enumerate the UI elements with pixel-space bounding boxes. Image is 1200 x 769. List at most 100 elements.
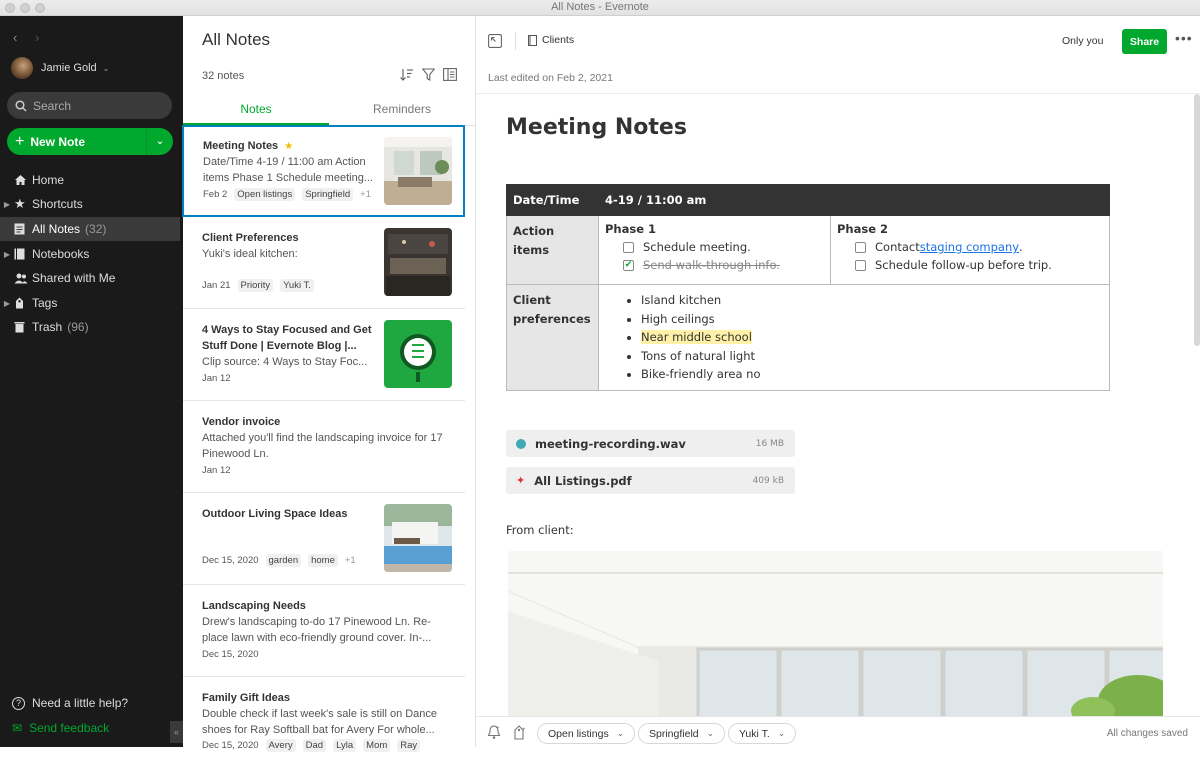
- expand-caret-icon[interactable]: ▶: [0, 299, 14, 308]
- add-tag-icon[interactable]: +: [513, 725, 527, 745]
- svg-text:+: +: [522, 727, 526, 733]
- share-scope[interactable]: Only you: [1062, 35, 1103, 47]
- chevron-down-icon: ⌄: [706, 728, 715, 738]
- more-options-icon[interactable]: •••: [1175, 30, 1193, 46]
- help-label: Need a little help?: [32, 696, 129, 710]
- note-list-toolbar: [400, 68, 457, 86]
- scrollbar[interactable]: [1194, 94, 1200, 346]
- editor-footer: + + Open listings ⌄ Springfield ⌄ Yuki T. ⌄…: [476, 716, 1200, 747]
- note-card-date: Dec 15, 2020: [202, 740, 259, 751]
- checkbox[interactable]: [855, 259, 866, 271]
- forward-arrow-icon[interactable]: ›: [35, 30, 39, 45]
- sidebar-item-shortcuts[interactable]: ▶ ★ Shortcuts: [0, 192, 183, 216]
- note-count: 32 notes: [202, 70, 245, 82]
- sidebar-item-label: Home: [32, 173, 65, 187]
- note-card-title: Family Gift Ideas: [202, 692, 291, 704]
- account-switcher[interactable]: Jamie Gold ⌄: [11, 56, 109, 80]
- checkbox-checked[interactable]: ✔: [623, 259, 634, 271]
- search-input[interactable]: Search: [7, 92, 172, 119]
- note-card-meeting-notes[interactable]: Meeting Notes ★ Date/Time 4-19 / 11:00 am…: [182, 125, 465, 217]
- tag-chip-open-listings[interactable]: Open listings ⌄: [537, 723, 636, 744]
- note-card-family-gift-ideas[interactable]: Family Gift Ideas Double check if last w…: [183, 677, 465, 769]
- note-card-meta: Feb 2 Open listings Springfield +1: [203, 188, 371, 201]
- more-tags-count: +1: [344, 555, 356, 566]
- note-card-landscaping-needs[interactable]: Landscaping Needs Drew's landscaping to-…: [183, 585, 465, 677]
- new-note-label: New Note: [30, 134, 86, 149]
- account-name: Jamie Gold: [41, 62, 97, 74]
- send-feedback-link[interactable]: ✉ Send feedback: [12, 721, 109, 735]
- toolbar-divider: [515, 32, 516, 50]
- expand-caret-icon[interactable]: ▶: [0, 250, 14, 259]
- avatar: [11, 57, 33, 79]
- note-card-outdoor-living[interactable]: Outdoor Living Space Ideas Dec 15, 2020 …: [183, 493, 465, 585]
- attachment-pdf[interactable]: ✦ All Listings.pdf 409 kB: [506, 467, 795, 494]
- sidebar-item-label: Trash: [32, 320, 63, 334]
- tab-notes[interactable]: Notes: [183, 102, 329, 116]
- chevron-down-icon: ⌄: [616, 728, 625, 738]
- chevron-down-icon: ⌄: [777, 728, 786, 738]
- note-thumbnail: [384, 320, 452, 388]
- note-table: Date/Time 4-19 / 11:00 am Action items P…: [506, 184, 1110, 391]
- table-cell-phase1: Phase 1 Schedule meeting. ✔ Send walk-th…: [598, 215, 831, 285]
- star-icon: ★: [14, 196, 26, 211]
- collapse-sidebar-button[interactable]: «: [170, 721, 183, 743]
- share-button[interactable]: Share: [1122, 29, 1167, 54]
- sidebar-item-all-notes[interactable]: All Notes (32): [0, 217, 180, 241]
- back-arrow-icon[interactable]: ‹: [13, 30, 17, 45]
- note-card-snippet: Drew's landscaping to-do 17 Pinewood Ln.…: [202, 616, 432, 644]
- tag-chip: Open listings: [234, 188, 296, 201]
- tag-chip-springfield[interactable]: Springfield ⌄: [638, 723, 726, 744]
- note-card-evernote-blog[interactable]: 4 Ways to Stay Focused and Get Stuff Don…: [183, 309, 465, 401]
- view-options-icon[interactable]: [443, 68, 457, 86]
- attachment-size: 16 MB: [755, 438, 784, 449]
- note-card-vendor-invoice[interactable]: Vendor invoice Attached you'll find the …: [183, 401, 465, 493]
- attachment-audio[interactable]: meeting-recording.wav 16 MB: [506, 430, 795, 457]
- tag-chip: Mom: [363, 739, 391, 752]
- staging-company-link[interactable]: staging company: [920, 240, 1019, 254]
- note-card-meta: Dec 15, 2020 garden home +1: [202, 554, 356, 567]
- checklist-item: Schedule meeting.: [623, 238, 824, 256]
- note-thumbnail: [384, 137, 452, 205]
- note-title[interactable]: Meeting Notes: [506, 115, 687, 140]
- feedback-label: Send feedback: [29, 721, 110, 735]
- sidebar: ‹ › Jamie Gold ⌄ Search + New Note ⌄ Hom…: [0, 16, 183, 747]
- note-card-meta: Dec 15, 2020: [202, 649, 259, 660]
- new-note-button[interactable]: + New Note ⌄: [7, 128, 173, 155]
- sidebar-item-trash[interactable]: Trash (96): [0, 315, 183, 339]
- sort-icon[interactable]: [400, 68, 414, 86]
- table-row-label: Action items: [506, 215, 599, 285]
- reminder-bell-icon[interactable]: +: [487, 725, 501, 745]
- sidebar-item-notebooks[interactable]: ▶ Notebooks: [0, 242, 183, 266]
- question-icon: ?: [12, 696, 25, 710]
- sidebar-item-shared-with-me[interactable]: Shared with Me: [0, 266, 183, 290]
- tag-chip-label: Yuki T.: [739, 727, 770, 740]
- notes-icon: [14, 223, 32, 235]
- more-tags-count: +1: [360, 189, 371, 200]
- sidebar-item-label: Shared with Me: [32, 271, 116, 285]
- sidebar-item-home[interactable]: Home: [0, 168, 183, 192]
- new-note-options-button[interactable]: ⌄: [146, 128, 173, 155]
- note-card-snippet: Date/Time 4-19 / 11:00 am Action items P…: [203, 156, 373, 184]
- table-header-cell: Date/Time: [506, 184, 599, 216]
- checkbox[interactable]: [623, 241, 634, 253]
- sidebar-item-tags[interactable]: ▶ Tags: [0, 291, 183, 315]
- note-card-meta: Jan 12: [202, 373, 231, 384]
- expand-caret-icon[interactable]: ▶: [0, 200, 14, 209]
- star-icon: ★: [284, 141, 294, 152]
- note-card-title: Client Preferences: [202, 232, 299, 244]
- sidebar-item-count: (96): [67, 320, 89, 334]
- help-link[interactable]: ? Need a little help?: [12, 696, 128, 710]
- filter-icon[interactable]: [421, 68, 436, 86]
- tag-chip-yuki[interactable]: Yuki T. ⌄: [728, 723, 797, 744]
- notebook-selector[interactable]: Clients: [528, 34, 574, 46]
- expand-icon[interactable]: [488, 34, 502, 53]
- checkbox[interactable]: [855, 241, 866, 253]
- save-status: All changes saved: [1106, 728, 1188, 739]
- note-card-snippet: Clip source: 4 Ways to Stay Foc...: [202, 356, 368, 368]
- pdf-icon: ✦: [516, 474, 526, 487]
- checklist-item-text: Contact: [875, 240, 920, 254]
- tab-reminders[interactable]: Reminders: [329, 102, 475, 116]
- list-item: High ceilings: [641, 310, 1103, 329]
- attachment-size: 409 kB: [752, 475, 784, 486]
- note-card-client-preferences[interactable]: Client Preferences Yuki's ideal kitchen:…: [183, 217, 465, 309]
